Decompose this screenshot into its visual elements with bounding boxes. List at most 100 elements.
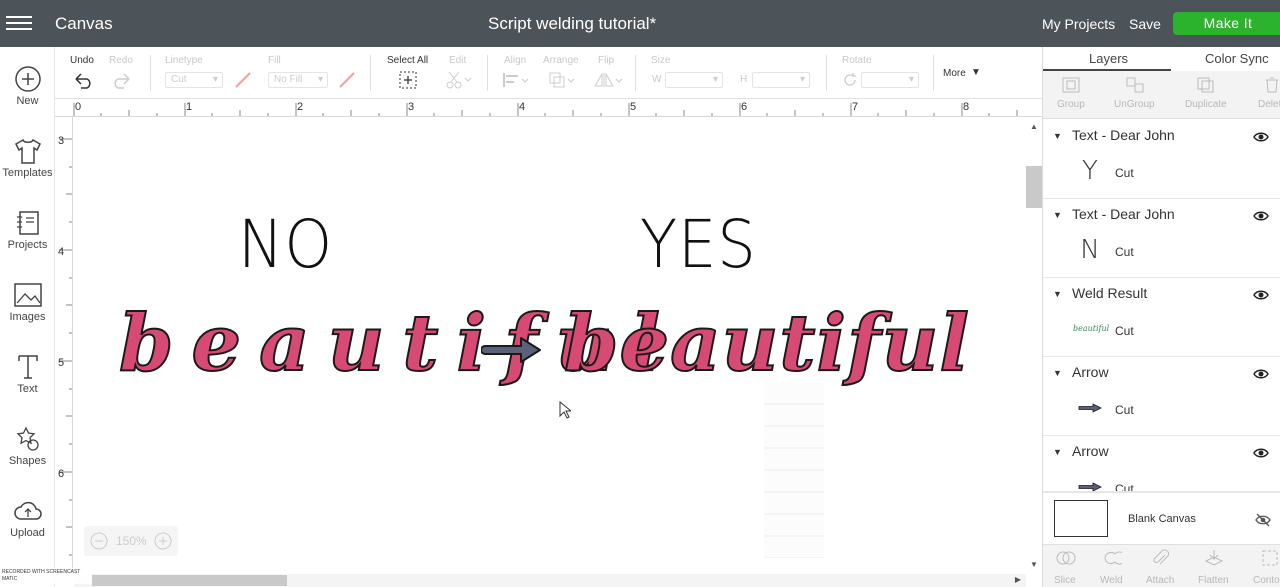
group-icon[interactable] xyxy=(1061,76,1081,94)
fill-label: Fill xyxy=(268,55,281,66)
group-button[interactable]: Group xyxy=(1057,99,1085,110)
ruler-label: 3 xyxy=(408,101,415,113)
select-all-icon[interactable] xyxy=(398,70,418,90)
blank-canvas-row[interactable]: Blank Canvas xyxy=(1043,492,1280,544)
nav-text[interactable]: Text xyxy=(0,353,55,413)
delete-button[interactable]: Delete xyxy=(1258,99,1280,110)
arrow-shape[interactable] xyxy=(481,335,543,365)
zoom-in-icon[interactable] xyxy=(153,531,173,551)
weld-button[interactable]: Weld xyxy=(1100,575,1123,586)
visibility-eye-icon[interactable] xyxy=(1253,131,1269,143)
visibility-hidden-icon[interactable] xyxy=(1255,513,1271,527)
zoom-out-icon[interactable] xyxy=(89,531,109,551)
contour-icon[interactable] xyxy=(1261,549,1279,567)
ungroup-button[interactable]: UnGroup xyxy=(1114,99,1155,110)
tab-color-sync[interactable]: Color Sync xyxy=(1205,51,1269,66)
layer-group[interactable]: ▼ Weld Result beautiful Cut xyxy=(1043,278,1280,357)
collapse-caret-icon[interactable]: ▼ xyxy=(1053,131,1062,141)
height-input[interactable] xyxy=(752,72,810,88)
paperclip-icon[interactable] xyxy=(1151,549,1171,567)
rotate-input[interactable] xyxy=(861,72,919,88)
edit-scissors-icon[interactable] xyxy=(445,70,473,90)
fill-select[interactable]: No Fill xyxy=(268,72,328,88)
layer-group[interactable]: ▼ Text - Dear John Y Cut xyxy=(1043,120,1280,199)
layer-name: Weld Result xyxy=(1072,285,1148,301)
duplicate-button[interactable]: Duplicate xyxy=(1185,99,1227,110)
more-menu[interactable]: More xyxy=(943,68,966,79)
ruler-label: 2 xyxy=(297,101,304,113)
duplicate-icon[interactable] xyxy=(1196,76,1216,94)
design-canvas[interactable]: NO YES beautiful beautiful 150% xyxy=(74,118,1026,574)
nav-label: Images xyxy=(9,311,46,323)
nav-upload[interactable]: Upload xyxy=(0,497,55,557)
visibility-eye-icon[interactable] xyxy=(1253,368,1269,380)
redo-label: Redo xyxy=(109,55,133,66)
ungroup-icon[interactable] xyxy=(1125,76,1145,94)
ruler-ticks xyxy=(59,138,72,556)
slice-icon[interactable] xyxy=(1056,549,1076,567)
nav-templates[interactable]: Templates xyxy=(0,137,55,197)
scroll-thumb[interactable] xyxy=(1026,166,1042,208)
blank-canvas-label: Blank Canvas xyxy=(1128,513,1196,525)
flatten-icon[interactable] xyxy=(1204,549,1224,567)
linetype-label: Linetype xyxy=(165,55,203,66)
collapse-caret-icon[interactable]: ▼ xyxy=(1053,289,1062,299)
collapse-caret-icon[interactable]: ▼ xyxy=(1053,210,1062,220)
yes-text[interactable]: YES xyxy=(640,206,757,283)
trash-icon[interactable] xyxy=(1263,76,1280,94)
fill-color-icon[interactable] xyxy=(337,71,357,89)
ruler-label: 7 xyxy=(852,101,859,113)
scroll-right-icon[interactable]: ▶ xyxy=(1015,575,1021,584)
slice-button[interactable]: Slice xyxy=(1054,575,1076,586)
nav-projects[interactable]: Projects xyxy=(0,209,55,269)
scroll-up-icon[interactable]: ▲ xyxy=(1030,122,1038,131)
faint-preview-ghost xyxy=(764,383,824,558)
watermark: RECORDED WITH SCREENCAST MATIC xyxy=(0,568,92,584)
make-it-button[interactable]: Make It xyxy=(1173,12,1280,35)
vertical-scrollbar[interactable]: ▲ ▼ xyxy=(1026,118,1042,574)
horizontal-scrollbar[interactable]: ▶ xyxy=(74,574,1026,587)
linetype-color-icon[interactable] xyxy=(233,71,253,89)
save-button[interactable]: Save xyxy=(1129,16,1161,32)
nav-new[interactable]: New xyxy=(0,65,55,125)
nav-images[interactable]: Images xyxy=(0,281,55,341)
ruler-label: 4 xyxy=(58,246,65,258)
layer-group[interactable]: ▼ Text - Dear John N Cut xyxy=(1043,199,1280,278)
align-icon[interactable] xyxy=(502,71,530,89)
visibility-eye-icon[interactable] xyxy=(1253,210,1269,222)
layer-group[interactable]: ▼ Arrow Cut xyxy=(1043,357,1280,436)
layer-group[interactable]: ▼ Arrow Cut xyxy=(1043,436,1280,492)
visibility-eye-icon[interactable] xyxy=(1253,289,1269,301)
scroll-thumb[interactable] xyxy=(92,575,287,586)
hamburger-menu-icon[interactable] xyxy=(6,11,32,35)
toolbar-divider xyxy=(635,55,636,91)
tab-layers[interactable]: Layers xyxy=(1089,51,1128,66)
flatten-button[interactable]: Flatten xyxy=(1198,575,1229,586)
no-text[interactable]: NO xyxy=(238,206,333,283)
undo-icon[interactable] xyxy=(72,71,94,89)
layer-operation: Cut xyxy=(1115,403,1134,417)
flip-icon[interactable] xyxy=(593,71,623,89)
layer-name: Text - Dear John xyxy=(1072,127,1175,143)
linetype-select[interactable]: Cut xyxy=(165,72,223,88)
redo-icon[interactable] xyxy=(111,71,133,89)
width-input[interactable] xyxy=(665,72,723,88)
collapse-caret-icon[interactable]: ▼ xyxy=(1053,368,1062,378)
edit-toolbar: Undo Redo Linetype Cut Fill No Fill Sele… xyxy=(55,47,1042,99)
more-chevron-icon[interactable]: ▼ xyxy=(971,67,981,78)
my-projects-link[interactable]: My Projects xyxy=(1042,16,1115,32)
scroll-down-icon[interactable]: ▼ xyxy=(1030,560,1038,569)
script-word-welded[interactable]: beautiful xyxy=(563,297,970,390)
contour-button[interactable]: Contour xyxy=(1253,575,1280,586)
canvas-color-swatch[interactable] xyxy=(1054,500,1108,537)
arrange-icon[interactable] xyxy=(548,71,576,89)
toolbar-divider xyxy=(487,55,488,91)
weld-icon[interactable] xyxy=(1102,549,1122,567)
nav-label: Projects xyxy=(7,239,48,251)
collapse-caret-icon[interactable]: ▼ xyxy=(1053,447,1062,457)
rotate-icon[interactable] xyxy=(842,72,858,88)
visibility-eye-icon[interactable] xyxy=(1253,447,1269,459)
nav-shapes[interactable]: Shapes xyxy=(0,425,55,485)
attach-button[interactable]: Attach xyxy=(1146,575,1174,586)
layer-thumbnail: Y xyxy=(1082,156,1098,186)
